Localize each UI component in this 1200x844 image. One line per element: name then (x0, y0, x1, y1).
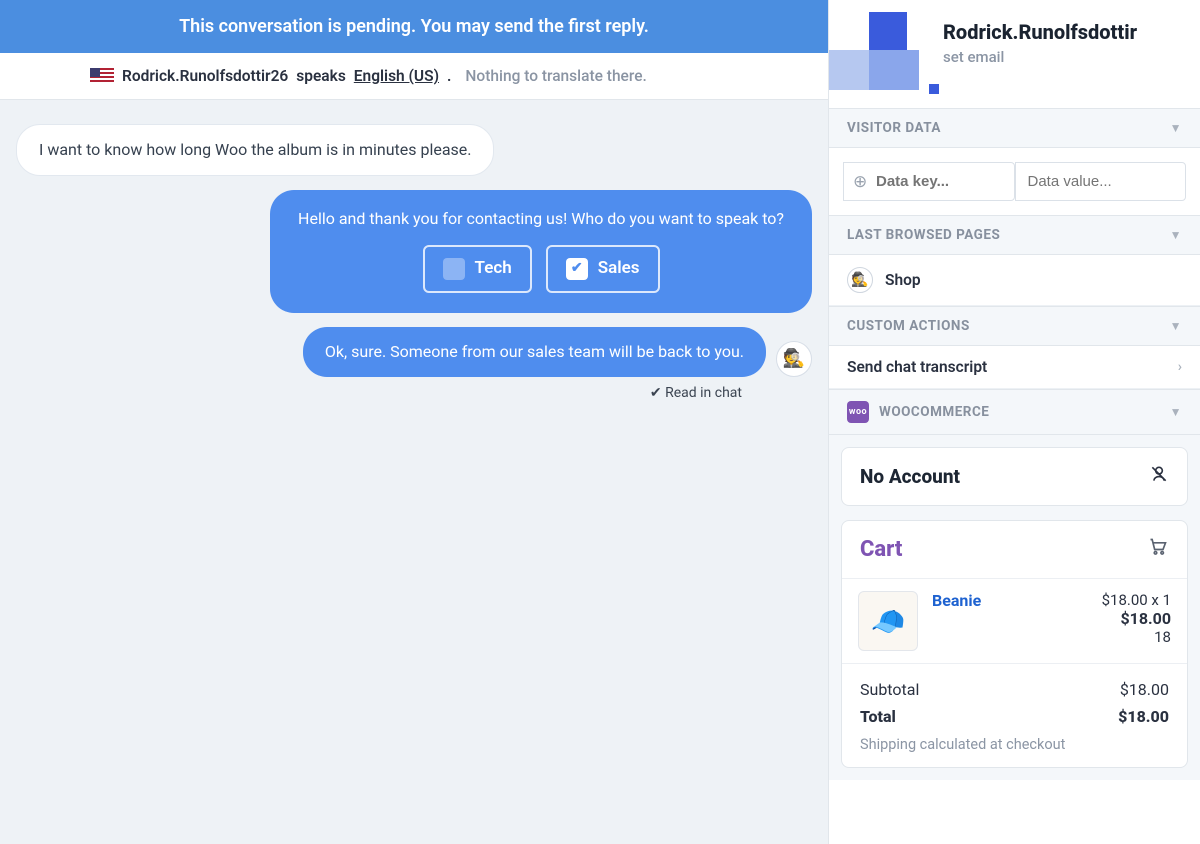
read-status: Read in chat (16, 385, 812, 401)
sidebar: Rodrick.Runolfsdottir set email VISITOR … (828, 0, 1200, 844)
cart-card: Cart 🧢 Beanie $18.00 x 1 $18.00 18 Subt (841, 520, 1188, 768)
section-title: LAST BROWSED PAGES (847, 227, 1000, 243)
agent-message: Hello and thank you for contacting us! W… (270, 190, 812, 312)
cart-title: Cart (860, 537, 902, 562)
cart-totals: Subtotal $18.00 Total $18.00 Shipping ca… (842, 663, 1187, 767)
woocommerce-panel: No Account Cart 🧢 Beanie $18.00 x 1 (829, 435, 1200, 780)
send-transcript-action[interactable]: Send chat transcript › (829, 346, 1200, 389)
section-last-browsed[interactable]: LAST BROWSED PAGES ▼ (829, 215, 1200, 255)
data-key-input[interactable] (843, 162, 1015, 201)
item-qty: 18 (1102, 628, 1171, 646)
avatar-icon (829, 0, 929, 100)
chevron-down-icon: ▼ (1170, 121, 1182, 135)
visitor-message: I want to know how long Woo the album is… (16, 124, 494, 176)
woocommerce-icon: woo (847, 401, 869, 423)
pending-banner: This conversation is pending. You may se… (0, 0, 828, 53)
plus-circle-icon: ⊕ (853, 172, 867, 192)
shipping-note: Shipping calculated at checkout (860, 736, 1169, 753)
agent-message: Ok, sure. Someone from our sales team wi… (303, 327, 766, 377)
browsed-page-item[interactable]: 🕵️ Shop (829, 255, 1200, 306)
item-prices: $18.00 x 1 $18.00 18 (1102, 591, 1171, 651)
section-custom-actions[interactable]: CUSTOM ACTIONS ▼ (829, 306, 1200, 346)
chat-pane: This conversation is pending. You may se… (0, 0, 828, 844)
section-title: VISITOR DATA (847, 120, 941, 136)
section-title: WOOCOMMERCE (879, 404, 989, 420)
section-woocommerce[interactable]: woo WOOCOMMERCE ▼ (829, 389, 1200, 435)
agent-avatar-icon: 🕵️ (776, 341, 812, 377)
speaks-label: speaks (296, 67, 346, 85)
browsed-page-label: Shop (885, 271, 921, 289)
no-account-label: No Account (860, 465, 960, 488)
person-off-icon (1149, 464, 1169, 489)
message-row: Hello and thank you for contacting us! W… (16, 190, 812, 312)
section-visitor-data[interactable]: VISITOR DATA ▼ (829, 108, 1200, 148)
item-line-total: $18.00 (1102, 609, 1171, 628)
data-value-input[interactable] (1015, 162, 1187, 201)
choice-label: Tech (475, 257, 512, 281)
cart-icon (1147, 537, 1169, 562)
subtotal-value: $18.00 (1120, 680, 1169, 699)
item-unit-price: $18.00 x 1 (1102, 591, 1171, 609)
visitor-name: Rodrick.Runolfsdottir26 (122, 67, 288, 85)
chevron-down-icon: ▼ (1170, 228, 1182, 242)
checkbox-checked-icon: ✔ (566, 258, 588, 280)
set-email-link[interactable]: set email (943, 48, 1137, 66)
visitor-language[interactable]: English (US) (354, 67, 439, 85)
chevron-right-icon: › (1178, 359, 1182, 375)
translate-bar: Rodrick.Runolfsdottir26 speaks English (… (0, 53, 828, 100)
profile-header: Rodrick.Runolfsdottir set email (829, 0, 1200, 108)
messages-area[interactable]: I want to know how long Woo the album is… (0, 100, 828, 844)
action-label: Send chat transcript (847, 358, 987, 376)
us-flag-icon (90, 68, 114, 84)
chevron-down-icon: ▼ (1170, 405, 1182, 419)
total-label: Total (860, 707, 896, 726)
translate-note: Nothing to translate there. (465, 67, 646, 85)
choice-tech-button[interactable]: Tech (423, 245, 532, 293)
choice-label: Sales (598, 257, 640, 281)
section-title: CUSTOM ACTIONS (847, 318, 970, 334)
product-thumb-icon: 🧢 (858, 591, 918, 651)
total-value: $18.00 (1118, 707, 1169, 726)
message-row: Ok, sure. Someone from our sales team wi… (16, 327, 812, 377)
shop-icon: 🕵️ (847, 267, 873, 293)
message-row: I want to know how long Woo the album is… (16, 124, 812, 176)
checkbox-icon (443, 258, 465, 280)
profile-name: Rodrick.Runolfsdottir (943, 0, 1137, 44)
product-name[interactable]: Beanie (932, 591, 981, 610)
agent-message-text: Hello and thank you for contacting us! W… (298, 208, 784, 230)
visitor-data-inputs: ⊕ (829, 148, 1200, 215)
choice-row: Tech ✔ Sales (298, 245, 784, 293)
subtotal-label: Subtotal (860, 680, 919, 699)
account-card: No Account (841, 447, 1188, 506)
chevron-down-icon: ▼ (1170, 319, 1182, 333)
choice-sales-button[interactable]: ✔ Sales (546, 245, 660, 293)
cart-item[interactable]: 🧢 Beanie $18.00 x 1 $18.00 18 (842, 578, 1187, 663)
